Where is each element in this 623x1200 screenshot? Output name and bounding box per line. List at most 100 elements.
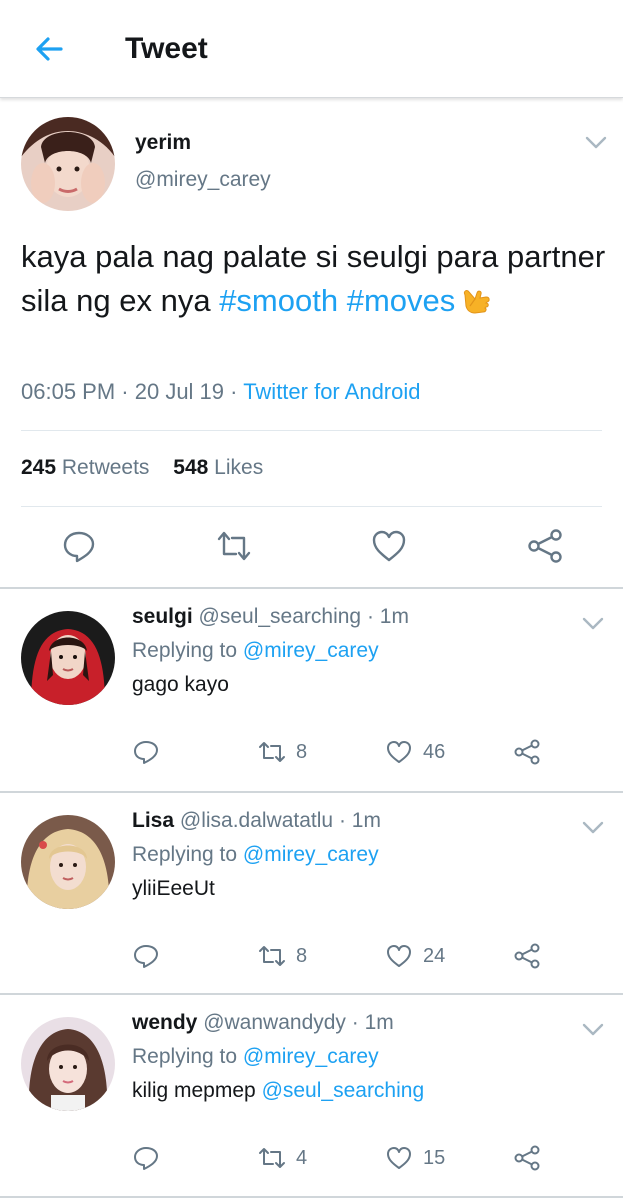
- mention-link[interactable]: @seul_searching: [262, 1079, 425, 1102]
- hashtag-link[interactable]: #moves: [347, 283, 456, 318]
- author-name[interactable]: yerim: [135, 131, 191, 155]
- retweet-count: 8: [296, 740, 308, 763]
- reply-text-body: kilig mepmep: [132, 1079, 262, 1102]
- tweet-date: 20 Jul 19: [134, 379, 225, 404]
- like-button[interactable]: 15: [385, 1142, 445, 1174]
- chevron-down-icon[interactable]: [582, 1023, 604, 1037]
- retweet-count: 4: [296, 1146, 308, 1169]
- reply-tweet[interactable]: seulgi @seul_searching · 1m Replying to …: [0, 589, 623, 791]
- meta-separator: ·: [115, 379, 135, 404]
- retweet-button[interactable]: 4: [258, 1142, 307, 1174]
- meta-separator: ·: [361, 605, 380, 628]
- reply-icon: [134, 741, 158, 764]
- reply-time: 1m: [364, 1011, 394, 1034]
- replying-to: Replying to @mirey_carey: [132, 639, 379, 663]
- retweets-stat[interactable]: 245 Retweets: [21, 456, 149, 479]
- chevron-down-icon[interactable]: [582, 617, 604, 631]
- avatar[interactable]: [21, 815, 115, 909]
- page-title: Tweet: [125, 32, 208, 65]
- chevron-down-icon[interactable]: [582, 821, 604, 835]
- reply-tweet[interactable]: Lisa @lisa.dalwatatlu · 1m Replying to @…: [0, 793, 623, 995]
- share-icon[interactable]: [526, 527, 564, 565]
- reply-tweet[interactable]: wendy @wanwandydy · 1m Replying to @mire…: [0, 995, 623, 1197]
- reply-button[interactable]: [132, 940, 160, 972]
- reply-time: 1m: [351, 809, 381, 832]
- back-button[interactable]: [30, 30, 68, 68]
- share-button[interactable]: [513, 1142, 541, 1174]
- reply-header: seulgi @seul_searching · 1m: [132, 605, 409, 629]
- arrow-left-icon: [36, 37, 63, 61]
- like-count: 46: [423, 740, 446, 763]
- mention-link[interactable]: @mirey_carey: [243, 639, 379, 662]
- retweet-icon[interactable]: [215, 527, 253, 565]
- reply-icon: [134, 1147, 158, 1170]
- reply-icon[interactable]: [60, 527, 98, 565]
- share-button[interactable]: [513, 940, 541, 972]
- tweet-actions: [0, 527, 623, 567]
- reply-button[interactable]: [132, 736, 160, 768]
- likes-stat[interactable]: 548 Likes: [173, 456, 263, 479]
- retweets-count: 245: [21, 456, 57, 479]
- likes-label: Likes: [214, 456, 264, 479]
- share-icon: [514, 739, 540, 765]
- like-icon: [387, 1147, 411, 1169]
- retweet-count: 8: [296, 944, 308, 967]
- retweet-icon: [259, 1148, 285, 1168]
- tweet-stats: 245 Retweets 548 Likes: [21, 456, 263, 480]
- avatar[interactable]: [21, 117, 115, 211]
- like-count: 24: [423, 944, 446, 967]
- likes-count: 548: [173, 456, 209, 479]
- tweet-source-link[interactable]: Twitter for Android: [243, 379, 420, 404]
- call-me-hand-emoji: [464, 290, 490, 314]
- meta-separator: ·: [224, 379, 244, 404]
- avatar[interactable]: [21, 1017, 115, 1111]
- retweet-icon: [259, 742, 285, 762]
- share-button[interactable]: [513, 736, 541, 768]
- reply-header: wendy @wanwandydy · 1m: [132, 1011, 394, 1035]
- mention-link[interactable]: @mirey_carey: [243, 1045, 379, 1068]
- reply-author-name[interactable]: seulgi: [132, 605, 193, 628]
- reply-text-body: yliiEeeUt: [132, 877, 215, 900]
- author-handle[interactable]: @mirey_carey: [135, 168, 271, 192]
- reply-header: Lisa @lisa.dalwatatlu · 1m: [132, 809, 381, 833]
- replying-to: Replying to @mirey_carey: [132, 843, 379, 867]
- reply-author-name[interactable]: wendy: [132, 1011, 197, 1034]
- replying-to-label: Replying to: [132, 639, 243, 662]
- replying-to-label: Replying to: [132, 1045, 243, 1068]
- retweet-icon: [259, 946, 285, 966]
- avatar[interactable]: [21, 611, 115, 705]
- divider: [21, 430, 602, 431]
- like-button[interactable]: 46: [385, 736, 445, 768]
- mention-link[interactable]: @mirey_carey: [243, 843, 379, 866]
- reply-time: 1m: [379, 605, 409, 628]
- reply-actions: 8 46: [0, 736, 623, 770]
- share-icon: [514, 1145, 540, 1171]
- reply-author-handle[interactable]: @lisa.dalwatatlu: [180, 809, 333, 832]
- reply-button[interactable]: [132, 1142, 160, 1174]
- like-button[interactable]: 24: [385, 940, 445, 972]
- meta-separator: ·: [333, 809, 352, 832]
- reply-author-name[interactable]: Lisa: [132, 809, 174, 832]
- reply-author-handle[interactable]: @seul_searching: [199, 605, 362, 628]
- reply-actions: 8 24: [0, 940, 623, 974]
- like-count: 15: [423, 1146, 446, 1169]
- like-icon: [387, 945, 411, 967]
- reply-author-handle[interactable]: @wanwandydy: [203, 1011, 346, 1034]
- retweets-label: Retweets: [61, 456, 150, 479]
- retweet-button[interactable]: 8: [258, 940, 307, 972]
- divider: [21, 506, 602, 507]
- reply-text: gago kayo: [132, 673, 229, 697]
- top-app-bar: Tweet: [0, 0, 623, 98]
- hashtag-link[interactable]: #smooth: [219, 283, 338, 318]
- reply-actions: 4 15: [0, 1142, 623, 1176]
- like-icon: [387, 741, 411, 763]
- retweet-button[interactable]: 8: [258, 736, 307, 768]
- like-icon[interactable]: [370, 527, 408, 565]
- chevron-down-icon[interactable]: [585, 136, 607, 150]
- meta-separator: ·: [345, 1011, 365, 1034]
- reply-text: yliiEeeUt: [132, 877, 215, 901]
- reply-icon: [134, 945, 158, 968]
- tweet-time: 06:05 PM: [21, 379, 116, 404]
- replying-to-label: Replying to: [132, 843, 243, 866]
- main-tweet: yerim @mirey_carey kaya pala nag palate …: [0, 99, 623, 589]
